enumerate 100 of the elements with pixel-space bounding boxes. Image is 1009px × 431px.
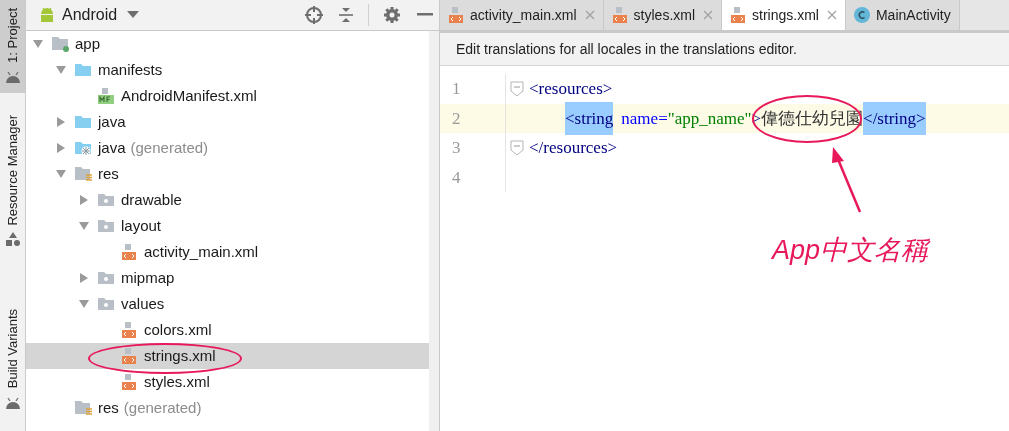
- tab-label: strings.xml: [752, 5, 819, 25]
- close-icon[interactable]: [703, 10, 714, 20]
- line-number: 1: [451, 78, 462, 100]
- folder-icon: [74, 114, 92, 130]
- android-icon: [38, 6, 56, 24]
- shapes-icon: [4, 231, 21, 248]
- tree-row[interactable]: colors.xml: [26, 317, 429, 343]
- xml-file-icon: [121, 374, 137, 390]
- item-label: activity_main.xml: [144, 241, 259, 262]
- tree-row[interactable]: res (generated): [26, 395, 429, 421]
- tool-window-button[interactable]: 1: Project: [0, 0, 25, 93]
- tool-window-label: 1: Project: [3, 8, 21, 63]
- xml-file-icon: [611, 7, 628, 23]
- locate-icon[interactable]: [304, 5, 324, 25]
- fold-marker-icon[interactable]: [509, 139, 524, 156]
- folder-icon: [74, 62, 92, 78]
- tree-row[interactable]: values: [26, 291, 429, 317]
- minimize-icon[interactable]: [417, 13, 433, 17]
- tree-row[interactable]: java: [26, 109, 429, 135]
- item-label: java: [98, 111, 126, 132]
- tree-row[interactable]: strings.xml: [26, 343, 429, 369]
- code-token: </string>: [863, 101, 926, 135]
- expanded-arrow-icon[interactable]: [32, 38, 44, 50]
- tool-window-label: Build Variants: [3, 309, 21, 389]
- tree-row[interactable]: app: [26, 31, 429, 57]
- resource-folder-icon: [74, 166, 92, 182]
- editor-tab[interactable]: styles.xml: [603, 0, 723, 30]
- expanded-arrow-icon[interactable]: [78, 298, 90, 310]
- editor-tab[interactable]: MainActivity: [845, 0, 960, 30]
- close-icon[interactable]: [826, 10, 837, 20]
- tree-row[interactable]: drawable: [26, 187, 429, 213]
- translations-banner: Edit translations for all locales in the translations editor.: [440, 33, 1009, 66]
- folder-icon: [97, 218, 115, 234]
- editor-tab[interactable]: activity_main.xml: [440, 0, 604, 30]
- tool-window-label: Resource Manager: [3, 114, 21, 226]
- item-label: styles.xml: [144, 371, 210, 392]
- folder-icon: [97, 192, 115, 208]
- xml-file-icon: [448, 7, 464, 23]
- class-icon: [853, 7, 870, 23]
- tree-row[interactable]: manifests: [26, 57, 429, 83]
- code-token: </resources>: [529, 137, 618, 159]
- generated-folder-icon: [74, 140, 92, 156]
- xml-file-icon: [121, 348, 137, 364]
- collapsed-arrow-icon[interactable]: [55, 142, 67, 154]
- tree-row[interactable]: styles.xml: [26, 369, 429, 395]
- item-suffix: (generated): [123, 397, 202, 418]
- xml-file-icon: [121, 244, 137, 260]
- code-token: name=: [621, 107, 668, 130]
- expanded-arrow-icon[interactable]: [78, 220, 90, 232]
- item-label: drawable: [121, 189, 182, 210]
- tab-label: activity_main.xml: [470, 5, 577, 25]
- tool-window-button[interactable]: Resource Manager: [0, 92, 25, 254]
- folder-icon: [97, 270, 115, 286]
- item-label: app: [75, 33, 101, 54]
- close-icon[interactable]: [584, 10, 595, 20]
- tree-row[interactable]: AndroidManifest.xml: [26, 83, 429, 109]
- view-dropdown[interactable]: Android: [62, 3, 140, 27]
- item-label: mipmap: [121, 267, 175, 288]
- scrollbar[interactable]: [429, 31, 439, 431]
- item-label: colors.xml: [144, 319, 212, 340]
- manifest-file-icon: [97, 88, 115, 104]
- tab-label: styles.xml: [633, 5, 696, 25]
- folder-icon: [97, 296, 115, 312]
- tree-row[interactable]: java (generated): [26, 135, 429, 161]
- collapsed-arrow-icon[interactable]: [78, 194, 90, 206]
- resource-folder-icon: [74, 400, 92, 416]
- xml-file-icon: [730, 7, 747, 23]
- fold-marker-icon[interactable]: [509, 80, 524, 97]
- tool-window-button[interactable]: Build Variants: [0, 253, 25, 417]
- item-suffix: (generated): [130, 137, 209, 158]
- code-token: <string: [565, 101, 614, 135]
- caret-icon: [127, 11, 140, 19]
- module-folder-icon: [51, 36, 69, 52]
- xml-file-icon: [121, 322, 137, 338]
- collapse-all-icon[interactable]: [338, 6, 354, 24]
- expanded-arrow-icon[interactable]: [55, 168, 67, 180]
- settings-icon[interactable]: [383, 6, 401, 24]
- editor-tab[interactable]: strings.xml: [722, 0, 846, 30]
- tab-label: MainActivity: [875, 5, 951, 25]
- collapsed-arrow-icon[interactable]: [78, 272, 90, 284]
- line-number: 3: [451, 137, 462, 159]
- item-label: res: [98, 397, 119, 418]
- item-label: manifests: [98, 59, 163, 80]
- collapsed-arrow-icon[interactable]: [55, 116, 67, 128]
- tree-row[interactable]: mipmap: [26, 265, 429, 291]
- tree-row[interactable]: res: [26, 161, 429, 187]
- item-label: strings.xml: [144, 345, 216, 366]
- line-number: 2: [451, 107, 462, 130]
- item-label: layout: [121, 215, 162, 236]
- item-label: res: [98, 163, 119, 184]
- item-label: java: [98, 137, 126, 158]
- tree-row[interactable]: layout: [26, 213, 429, 239]
- tree-row[interactable]: activity_main.xml: [26, 239, 429, 265]
- code-token: "app_name": [667, 107, 752, 130]
- item-label: AndroidManifest.xml: [121, 85, 257, 106]
- item-label: values: [121, 293, 165, 314]
- code-token: <resources>: [529, 78, 613, 100]
- expanded-arrow-icon[interactable]: [55, 64, 67, 76]
- annotation-note: App中文名稱: [772, 234, 929, 267]
- line-number: 4: [451, 166, 462, 189]
